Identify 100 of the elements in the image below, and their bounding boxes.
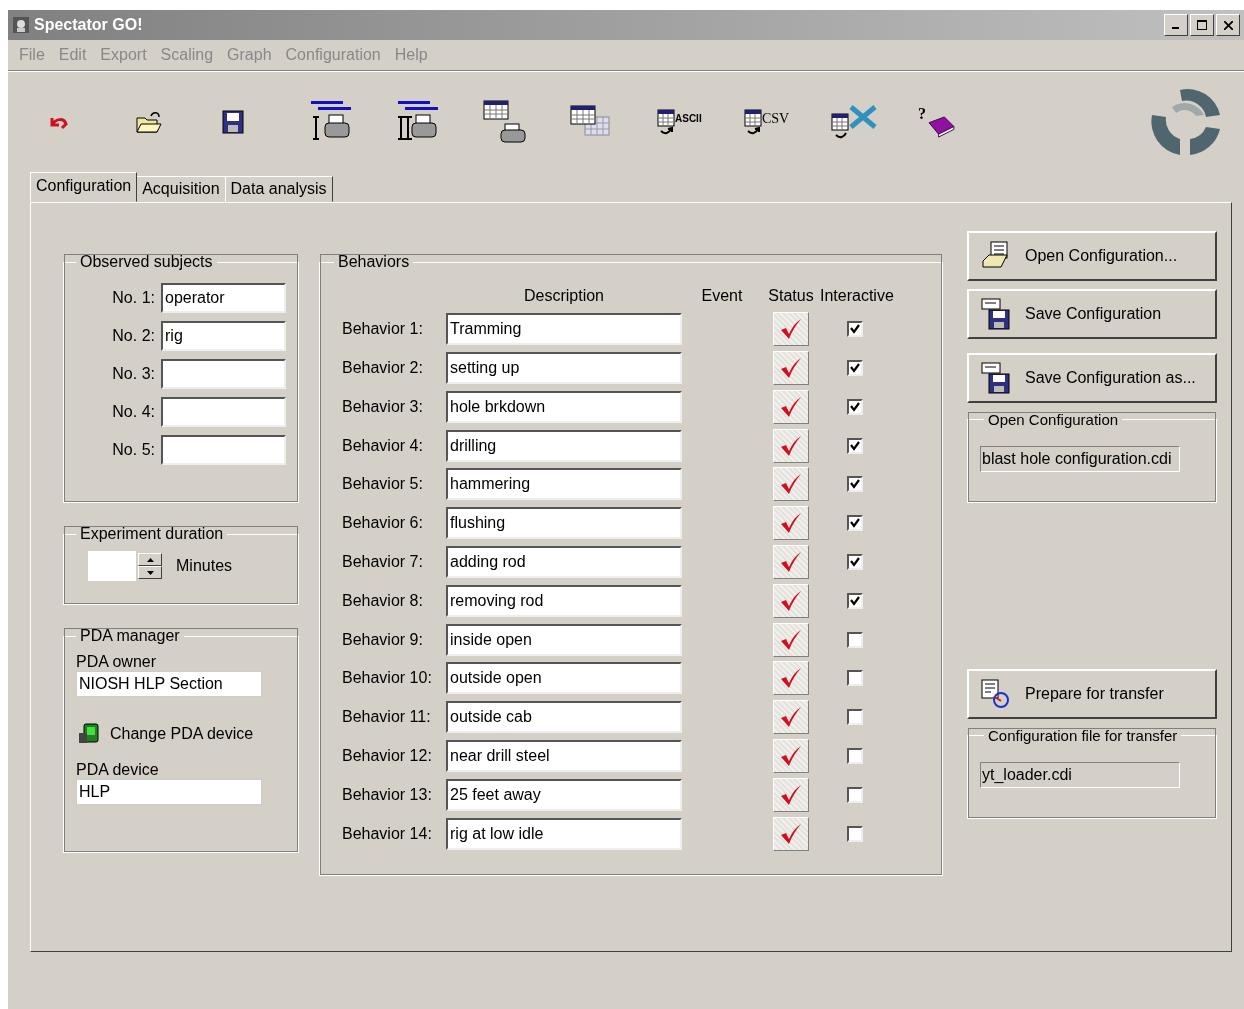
status-toggle[interactable]: [773, 738, 809, 773]
input-field[interactable]: rig at low idle: [446, 817, 682, 850]
toolbar-button[interactable]: CSV: [744, 109, 831, 135]
checkbox[interactable]: [847, 437, 863, 454]
status-toggle[interactable]: [773, 622, 809, 657]
checkmark-icon: [780, 357, 802, 379]
handheld-device-icon: [78, 723, 100, 745]
toolbar-button[interactable]: ASCII: [657, 109, 744, 135]
status-toggle[interactable]: [773, 351, 809, 385]
group-title: Open Configuration: [987, 411, 1120, 428]
field-label: Behavior 9:: [341, 630, 424, 649]
checkmark-icon: [780, 667, 802, 690]
tab[interactable]: Data analysis: [224, 176, 333, 202]
checkbox[interactable]: [847, 398, 863, 415]
field-label: Behavior 13:: [341, 785, 433, 804]
toolbar-button[interactable]: ?: [918, 106, 1005, 138]
checkbox[interactable]: [847, 670, 863, 687]
checkbox[interactable]: [847, 476, 863, 493]
checkbox[interactable]: [847, 553, 863, 570]
field-label: Behavior 12:: [341, 746, 433, 765]
checkbox[interactable]: [847, 709, 863, 726]
input-field[interactable]: NIOSH HLP Section: [76, 671, 262, 697]
status-toggle[interactable]: [773, 583, 809, 618]
tab[interactable]: Configuration: [30, 172, 138, 202]
group-title: Experiment duration: [79, 525, 225, 543]
checkbox[interactable]: [847, 825, 863, 842]
input-field[interactable]: 25 feet away: [446, 778, 682, 811]
spreadsheet-export-icon: [831, 105, 877, 139]
input-field[interactable]: [161, 435, 286, 465]
status-toggle[interactable]: [773, 312, 809, 347]
input-field[interactable]: drilling: [446, 429, 682, 462]
field-label: No. 3:: [112, 365, 155, 383]
input-field[interactable]: rig: [161, 321, 286, 351]
app-icon: [12, 16, 30, 34]
field-label: No. 5:: [112, 441, 155, 459]
table-export-icon: [657, 109, 675, 135]
input-field[interactable]: flushing: [446, 507, 682, 540]
status-toggle[interactable]: [773, 661, 809, 696]
input-field[interactable]: hammering: [446, 468, 682, 501]
checkmark-icon: [780, 744, 802, 767]
spin-buttons[interactable]: [138, 553, 162, 579]
save-file-icon: [981, 298, 1011, 330]
close-icon: [1223, 20, 1233, 30]
input-field[interactable]: adding rod: [446, 545, 682, 578]
window-title: Spectator GO!: [34, 16, 143, 34]
input-field[interactable]: inside open: [446, 623, 682, 656]
field-label: PDA owner: [76, 653, 157, 671]
checkbox[interactable]: [847, 786, 863, 803]
checkmark-icon: [780, 628, 802, 651]
save-file-icon: [981, 362, 1011, 394]
status-toggle[interactable]: [773, 428, 809, 463]
field-label: Behavior 6:: [341, 514, 424, 533]
export-format-label: ASCII: [675, 112, 702, 126]
field-label: Behavior 2:: [341, 359, 424, 377]
input-field[interactable]: outside cab: [446, 701, 682, 734]
open-file-icon: [981, 241, 1011, 271]
checkbox[interactable]: [847, 321, 863, 338]
command-button[interactable]: Save Configuration: [967, 289, 1217, 339]
input-field[interactable]: outside open: [446, 662, 682, 695]
field-label: Behavior 5:: [341, 475, 424, 494]
status-toggle[interactable]: [773, 544, 809, 579]
input-field[interactable]: [161, 359, 286, 389]
command-button[interactable]: Prepare for transfer: [967, 669, 1217, 719]
close-button[interactable]: [1216, 14, 1240, 36]
input-field[interactable]: removing rod: [446, 584, 682, 617]
command-button[interactable]: Save Configuration as...: [967, 353, 1217, 403]
book-icon: [927, 116, 955, 138]
checkbox[interactable]: [847, 631, 863, 648]
status-toggle[interactable]: [773, 816, 809, 851]
input-field[interactable]: blast hole configuration.cdi: [980, 446, 1180, 472]
checkmark-icon: [780, 822, 802, 845]
status-toggle[interactable]: [773, 506, 809, 541]
checkmark-icon: [780, 473, 802, 496]
checkbox[interactable]: [847, 360, 863, 376]
print-icon: [396, 101, 438, 143]
group-title: Configuration file for transfer: [987, 727, 1179, 744]
status-toggle[interactable]: [773, 389, 809, 424]
input-field[interactable]: [88, 551, 136, 581]
checkbox[interactable]: [847, 515, 863, 532]
maximize-button[interactable]: [1190, 14, 1214, 36]
command-button[interactable]: Open Configuration...: [967, 231, 1217, 281]
input-field[interactable]: operator: [161, 283, 286, 313]
minimize-button[interactable]: [1164, 14, 1188, 36]
column-header: Description: [523, 287, 605, 306]
input-field[interactable]: HLP: [76, 779, 262, 805]
checkbox[interactable]: [847, 592, 863, 609]
input-field[interactable]: setting up: [446, 352, 682, 384]
status-toggle[interactable]: [773, 700, 809, 735]
status-toggle[interactable]: [773, 777, 809, 812]
input-field[interactable]: Tramming: [446, 313, 682, 346]
input-field[interactable]: [161, 397, 286, 427]
change-device-button[interactable]: Change PDA device: [78, 723, 254, 745]
status-toggle[interactable]: [773, 467, 809, 502]
input-field[interactable]: yt_loader.cdi: [980, 762, 1180, 788]
checkbox[interactable]: [847, 747, 863, 764]
table-export-icon: [744, 109, 762, 135]
input-field[interactable]: near drill steel: [446, 739, 682, 772]
question-mark: ?: [918, 106, 926, 122]
input-field[interactable]: hole brkdown: [446, 390, 682, 423]
export-format-label: CSV: [762, 112, 790, 126]
